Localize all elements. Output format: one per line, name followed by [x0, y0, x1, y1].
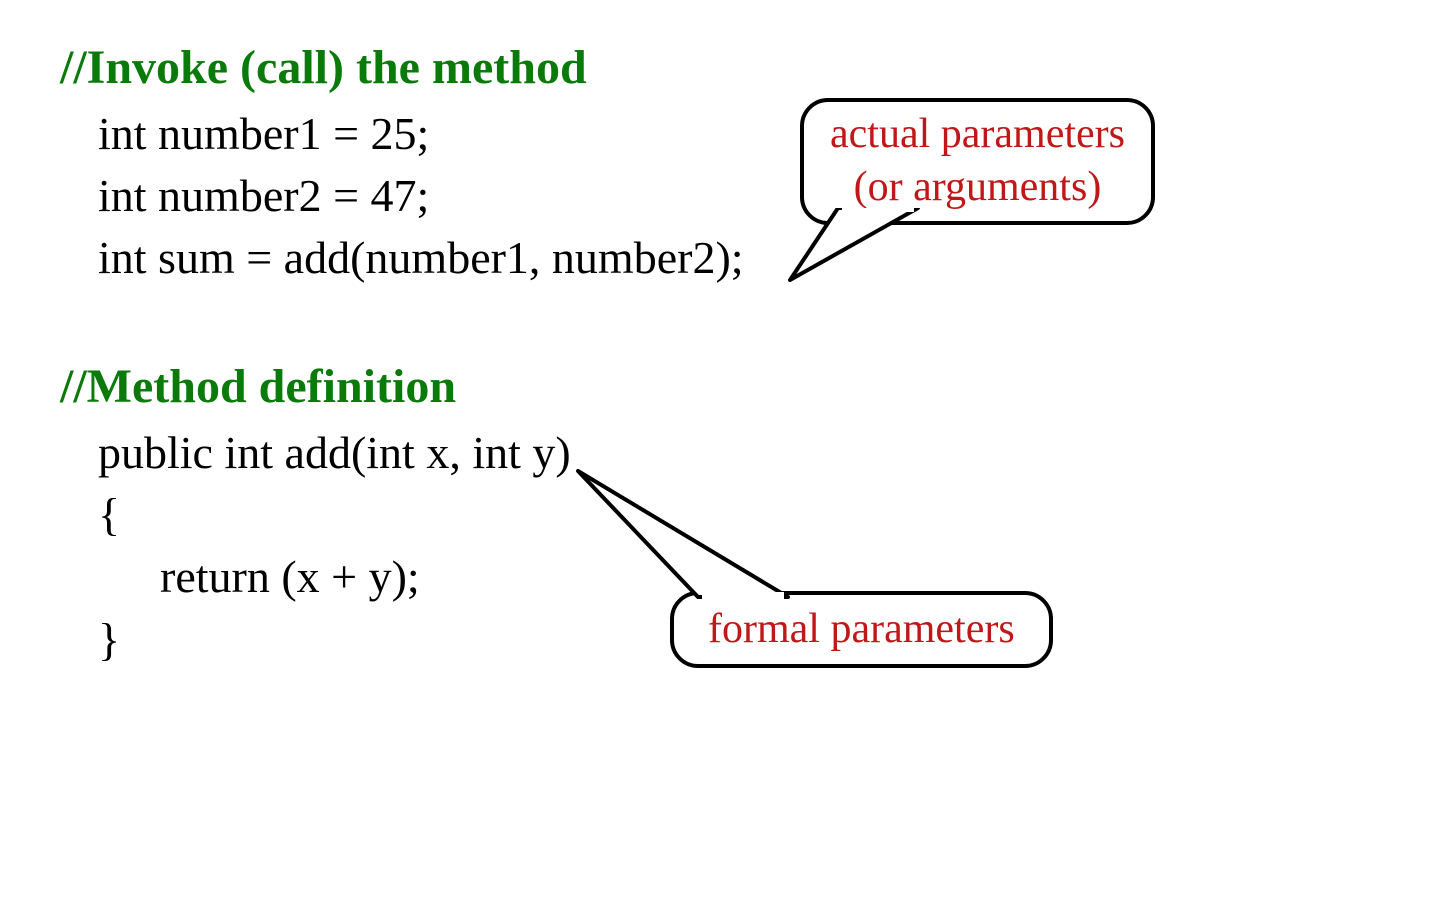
code-line-2: int number2 = 47; — [98, 165, 1380, 227]
method-line-1: public int add(int x, int y) — [98, 422, 1380, 484]
callout-actual-line1: actual parameters — [830, 108, 1125, 161]
callout-formal-parameters: formal parameters — [670, 591, 1053, 668]
code-line-1: int number1 = 25; — [98, 103, 1380, 165]
callout-actual-parameters: actual parameters (or arguments) — [800, 98, 1155, 225]
callout-actual-line2: (or arguments) — [830, 161, 1125, 214]
invoke-section: //Invoke (call) the method int number1 =… — [60, 40, 1380, 289]
invoke-comment: //Invoke (call) the method — [60, 40, 1380, 95]
callout-formal-text: formal parameters — [708, 606, 1015, 652]
method-comment: //Method definition — [60, 359, 1380, 414]
method-line-2: { — [98, 484, 1380, 546]
code-line-3: int sum = add(number1, number2); — [98, 227, 1380, 289]
method-section: //Method definition public int add(int x… — [60, 359, 1380, 670]
